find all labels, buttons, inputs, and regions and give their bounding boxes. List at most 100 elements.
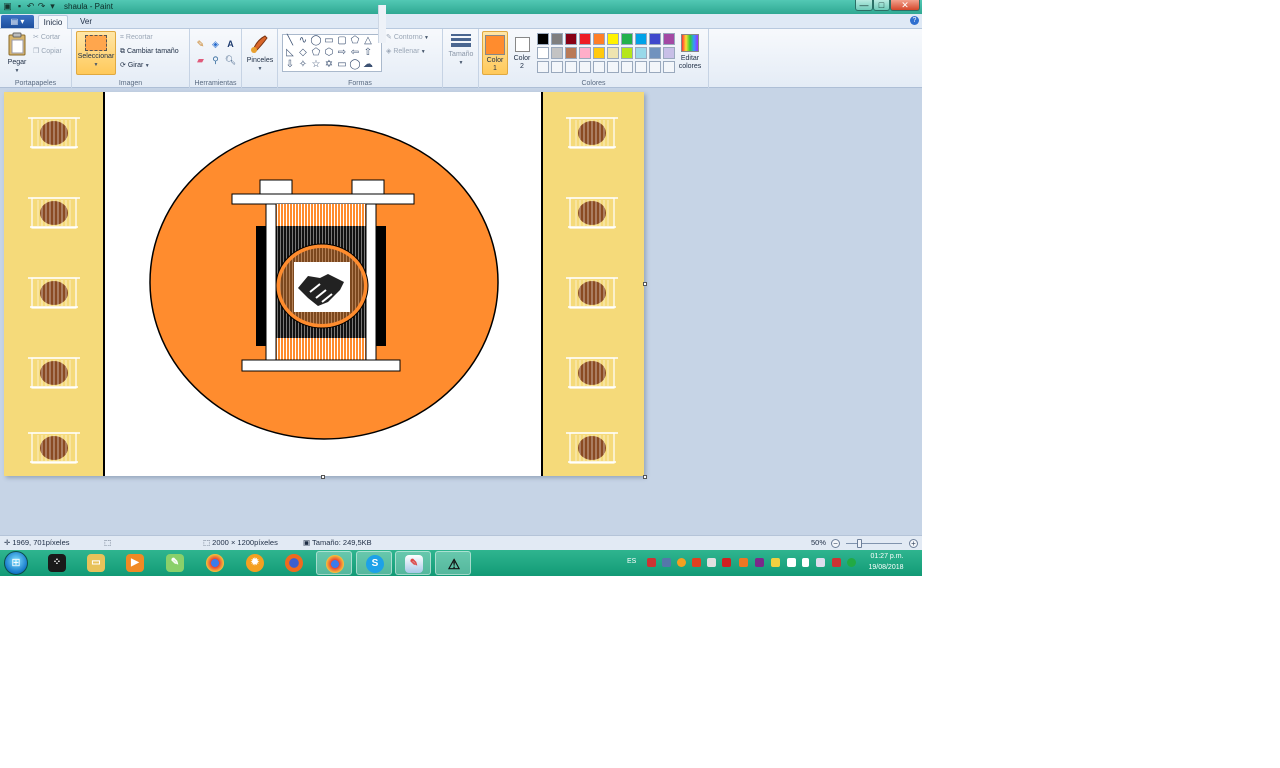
taskbar-explorer[interactable]: ▭ xyxy=(78,551,114,575)
drawing-canvas[interactable] xyxy=(4,92,644,476)
tray-icon-4[interactable] xyxy=(692,558,701,567)
palette-swatch[interactable] xyxy=(537,33,549,45)
palette-swatch[interactable] xyxy=(565,61,577,73)
clock-date[interactable]: 19/08/2018 xyxy=(862,564,910,571)
six-point-star-shape-icon[interactable]: ✡ xyxy=(323,59,335,71)
onenote-icon[interactable] xyxy=(755,558,764,567)
eraser-icon[interactable]: ▰ xyxy=(194,54,207,67)
tab-ver[interactable]: Ver xyxy=(72,15,100,29)
palette-swatch[interactable] xyxy=(565,47,577,59)
shapes-gallery[interactable]: ╲ ∿ ◯ ▭ ▢ ⬠ △ ◺ ◇ ⬠ ⬡ ⇨ ⇦ ⇧ ⇩ ✧ ☆ ✡ ▭ ◯ xyxy=(282,34,382,72)
outline-button[interactable]: ✎ Contorno ▼ xyxy=(386,33,429,43)
palette-swatch[interactable] xyxy=(607,33,619,45)
palette-swatch[interactable] xyxy=(663,61,675,73)
four-point-star-shape-icon[interactable]: ✧ xyxy=(297,59,309,71)
left-arrow-shape-icon[interactable]: ⇦ xyxy=(349,47,361,59)
taskbar-chrome[interactable] xyxy=(197,551,233,575)
right-arrow-shape-icon[interactable]: ⇨ xyxy=(336,47,348,59)
tray-icon-5[interactable] xyxy=(707,558,716,567)
help-icon[interactable]: ? xyxy=(910,16,919,25)
minimize-button[interactable]: — xyxy=(855,0,873,11)
tray-icon-3[interactable] xyxy=(677,558,686,567)
taskbar-app-orange[interactable]: ✹ xyxy=(237,551,273,575)
palette-swatch[interactable] xyxy=(607,61,619,73)
tray-icon-10[interactable] xyxy=(787,558,796,567)
palette-swatch[interactable] xyxy=(579,33,591,45)
taskbar-blackberry[interactable]: ⁘ xyxy=(39,551,75,575)
palette-swatch[interactable] xyxy=(621,33,633,45)
paste-button[interactable]: Pegar ▼ xyxy=(4,32,30,75)
tab-inicio[interactable]: Inicio xyxy=(38,15,68,29)
taskbar-warning-app[interactable]: ⚠ xyxy=(435,551,471,575)
palette-swatch[interactable] xyxy=(621,61,633,73)
palette-swatch[interactable] xyxy=(551,47,563,59)
palette-swatch[interactable] xyxy=(537,47,549,59)
palette-swatch[interactable] xyxy=(593,61,605,73)
palette-swatch[interactable] xyxy=(649,61,661,73)
curve-shape-icon[interactable]: ∿ xyxy=(297,35,309,47)
close-button[interactable]: ✕ xyxy=(890,0,920,11)
shapes-scroll[interactable] xyxy=(378,5,386,43)
zoom-slider-thumb[interactable] xyxy=(857,539,862,548)
down-arrow-shape-icon[interactable]: ⇩ xyxy=(284,59,296,71)
customize-quick-access-icon[interactable]: ▾ xyxy=(47,1,58,12)
palette-swatch[interactable] xyxy=(565,33,577,45)
oval-shape-icon[interactable]: ◯ xyxy=(310,35,322,47)
polygon-shape-icon[interactable]: ⬠ xyxy=(349,35,361,47)
tray-icon-13[interactable] xyxy=(832,558,841,567)
resize-handle-corner[interactable] xyxy=(643,475,647,479)
start-button[interactable]: ⊞ xyxy=(4,551,28,575)
pentagon-shape-icon[interactable]: ⬠ xyxy=(310,47,322,59)
cloud-callout-shape-icon[interactable]: ☁ xyxy=(362,59,374,71)
size-button[interactable]: Tamaño ▼ xyxy=(447,33,475,67)
zoom-out-button[interactable]: − xyxy=(831,539,840,548)
tray-icon-6[interactable] xyxy=(722,558,731,567)
taskbar-paint-tools[interactable]: ✎ xyxy=(157,551,193,575)
palette-swatch[interactable] xyxy=(593,33,605,45)
cut-button[interactable]: ✂ Cortar xyxy=(33,33,60,43)
palette-swatch[interactable] xyxy=(635,47,647,59)
palette-swatch[interactable] xyxy=(663,33,675,45)
palette-swatch[interactable] xyxy=(537,61,549,73)
paint-app-icon[interactable]: ▣ xyxy=(2,1,13,12)
language-indicator[interactable]: ES xyxy=(627,558,636,565)
fill-button[interactable]: ◈ Rellenar ▼ xyxy=(386,47,426,57)
rounded-rectangle-shape-icon[interactable]: ▢ xyxy=(336,35,348,47)
palette-swatch[interactable] xyxy=(621,47,633,59)
palette-swatch[interactable] xyxy=(579,61,591,73)
copy-button[interactable]: ❐ Copiar xyxy=(33,47,62,57)
resize-handle-bottom[interactable] xyxy=(321,475,325,479)
file-menu-button[interactable]: ▤ ▾ xyxy=(1,15,34,28)
color1-button[interactable]: Color 1 xyxy=(482,31,508,75)
palette-swatch[interactable] xyxy=(649,47,661,59)
callout-shape-icon[interactable]: ▭ xyxy=(336,59,348,71)
taskbar-media-player[interactable]: ▶ xyxy=(117,551,153,575)
zoom-in-button[interactable]: + xyxy=(909,539,918,548)
redo-icon[interactable]: ↷ xyxy=(36,1,47,12)
canvas-workspace[interactable] xyxy=(0,89,922,535)
taskbar-chrome-2[interactable] xyxy=(316,551,352,575)
select-button[interactable]: Seleccionar ▼ xyxy=(76,31,116,75)
palette-swatch[interactable] xyxy=(635,61,647,73)
fill-bucket-icon[interactable]: ◈ xyxy=(209,38,222,51)
text-tool-icon[interactable]: A xyxy=(224,38,237,51)
palette-swatch[interactable] xyxy=(635,33,647,45)
undo-icon[interactable]: ↶ xyxy=(25,1,36,12)
palette-swatch[interactable] xyxy=(663,47,675,59)
edit-colors-button[interactable]: Editar colores xyxy=(675,32,705,71)
taskbar-skype[interactable]: S xyxy=(356,551,392,575)
crop-button[interactable]: ⌗ Recortar xyxy=(120,33,153,43)
pencil-icon[interactable]: ✎ xyxy=(194,38,207,51)
palette-swatch[interactable] xyxy=(607,47,619,59)
taskbar-paint[interactable]: ✎ xyxy=(395,551,431,575)
oval-callout-shape-icon[interactable]: ◯ xyxy=(349,59,361,71)
zoom-slider-track[interactable] xyxy=(846,543,902,544)
palette-swatch[interactable] xyxy=(551,61,563,73)
palette-swatch[interactable] xyxy=(551,33,563,45)
rectangle-shape-icon[interactable]: ▭ xyxy=(323,35,335,47)
rotate-button[interactable]: ⟳ Girar ▼ xyxy=(120,61,150,71)
tray-icon-7[interactable] xyxy=(739,558,748,567)
clock-time[interactable]: 01:27 p.m. xyxy=(866,553,908,560)
action-center-flag-icon[interactable] xyxy=(802,558,809,567)
volume-icon[interactable] xyxy=(816,558,825,567)
